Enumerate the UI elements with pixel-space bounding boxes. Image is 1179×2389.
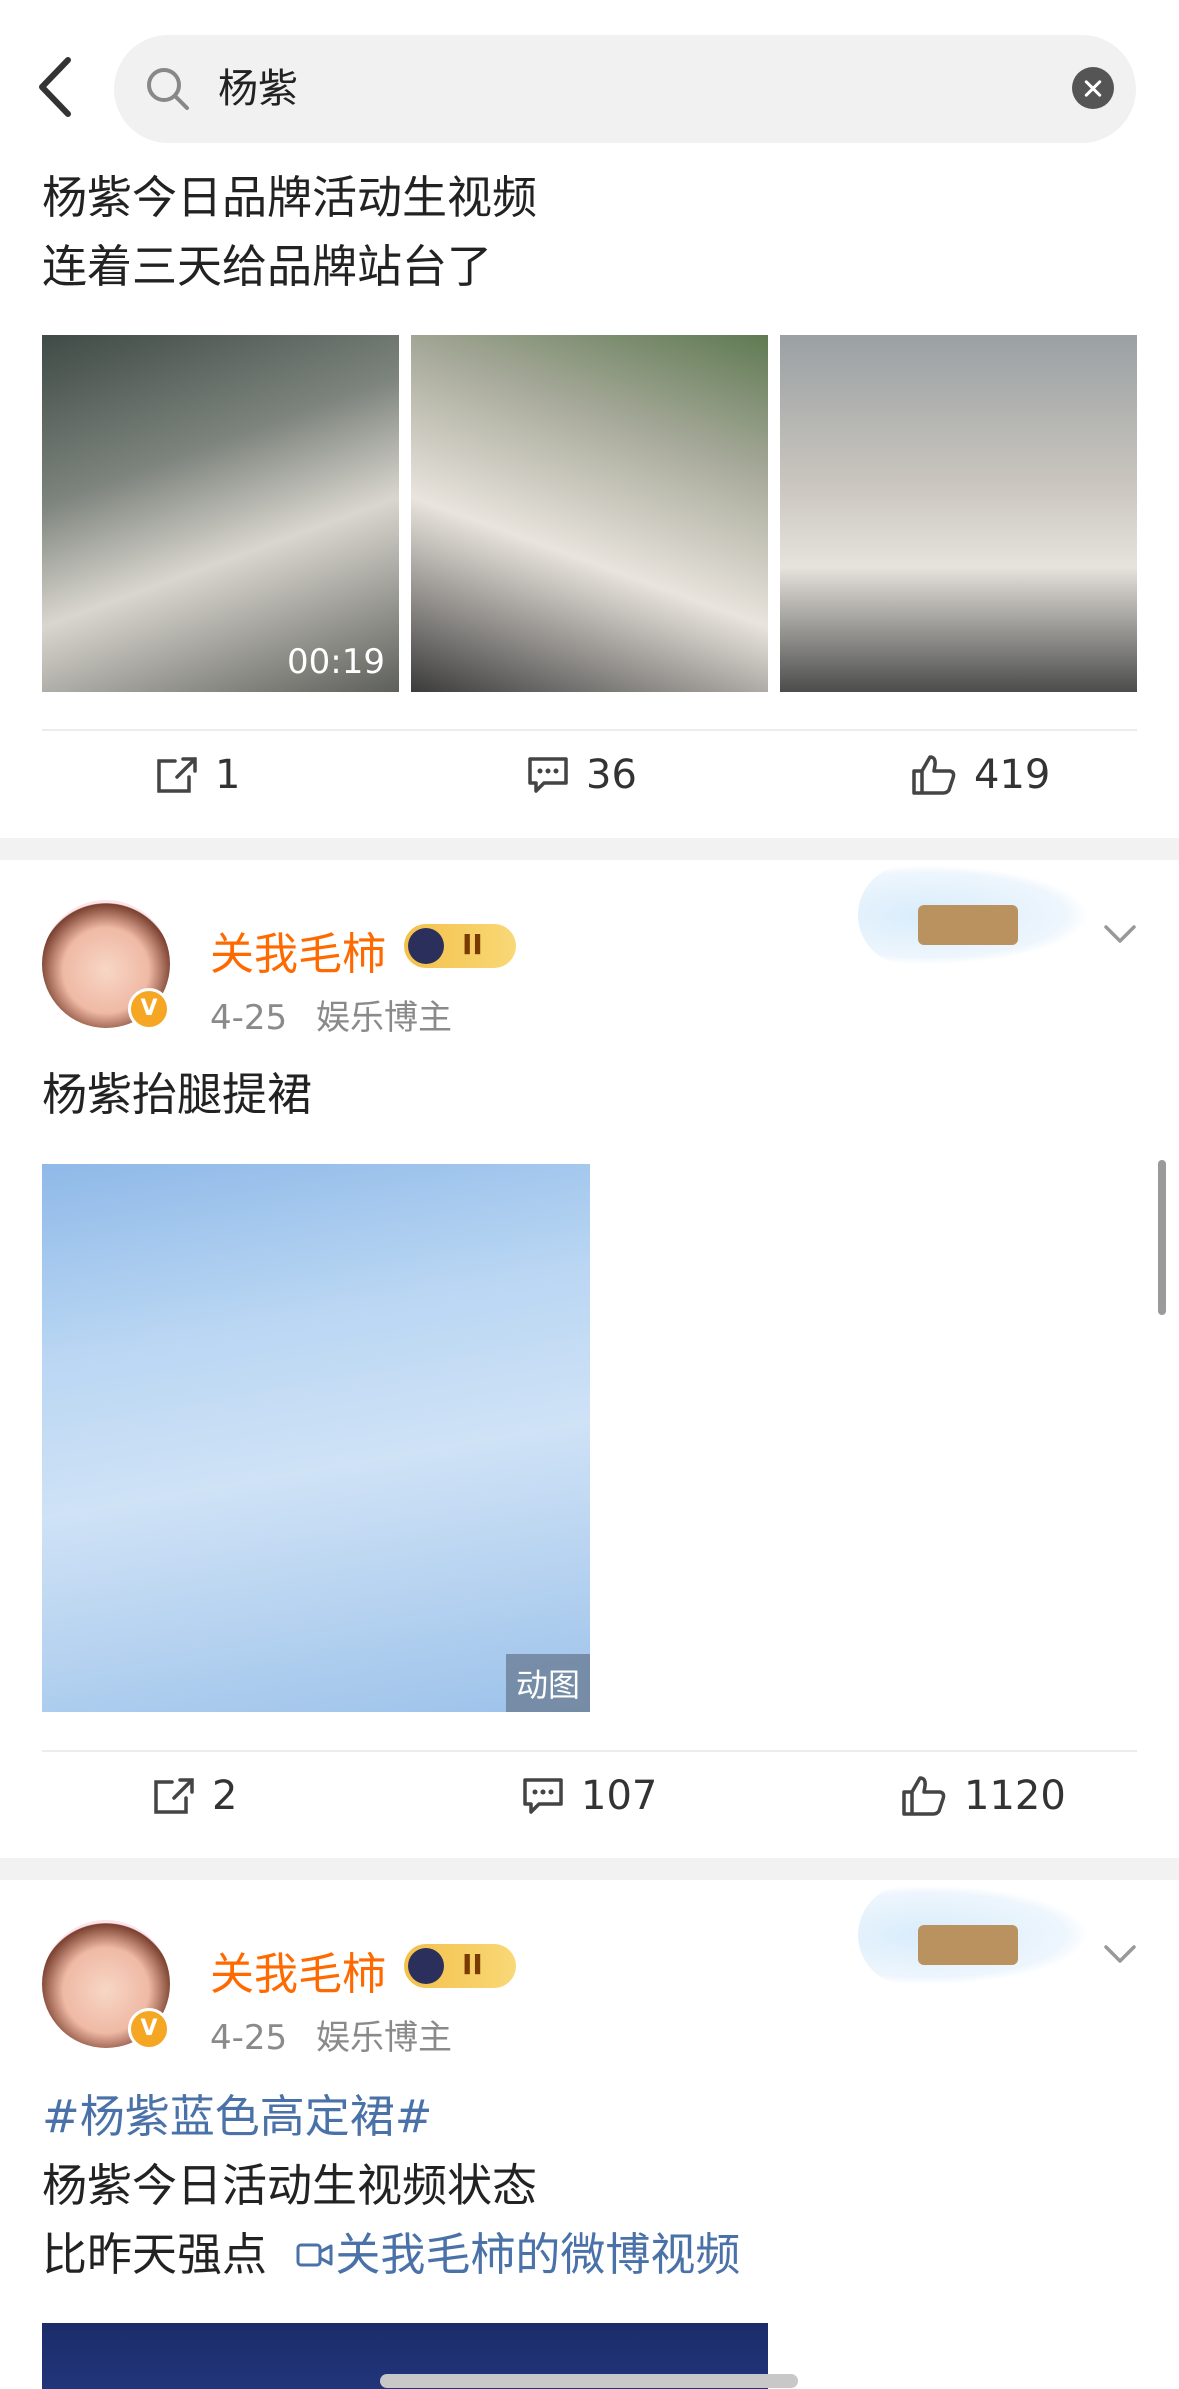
post-image[interactable] (411, 335, 768, 692)
scrollbar[interactable] (1158, 1160, 1166, 1315)
repost-button[interactable]: 1 (155, 752, 240, 798)
chevron-down-icon[interactable] (1100, 913, 1140, 953)
author-name[interactable]: 关我毛柿 (210, 1938, 386, 2002)
chevron-down-icon[interactable] (1100, 1933, 1140, 1973)
comment-count: 107 (581, 1773, 658, 1819)
vip-level: II (462, 1948, 483, 1981)
video-duration: 00:19 (287, 642, 385, 682)
back-arrow-icon (39, 57, 71, 117)
repost-count: 1 (215, 752, 241, 798)
post-text-segment: 比昨天强点 (42, 2228, 268, 2281)
avatar[interactable]: V (42, 1920, 170, 2050)
post-text-line: 杨紫今日品牌活动生视频 (42, 171, 538, 224)
like-button[interactable]: 1120 (900, 1773, 1066, 1819)
verified-icon: V (128, 988, 170, 1030)
divider (42, 729, 1137, 731)
like-button[interactable]: 419 (910, 752, 1050, 798)
video-link-icon (296, 2243, 333, 2267)
author-role: 娱乐博主 (315, 2018, 452, 2058)
post-meta: 4-25 娱乐博主 (210, 2010, 452, 2059)
like-icon (912, 755, 956, 795)
post-date: 4-25 (210, 2018, 288, 2058)
repost-count: 2 (212, 1773, 238, 1819)
repost-icon (157, 757, 197, 793)
video-link[interactable]: 关我毛柿的微博视频 (295, 2228, 740, 2281)
comment-button[interactable]: 107 (521, 1773, 657, 1819)
author-name[interactable]: 关我毛柿 (210, 918, 386, 982)
crown-icon: II (404, 924, 516, 968)
search-bar[interactable]: 杨紫 (114, 35, 1136, 143)
comment-icon (523, 1778, 563, 1814)
author-role: 娱乐博主 (315, 998, 452, 1038)
post-video-thumbnail[interactable]: 00:19 (42, 335, 399, 692)
hashtag-link[interactable]: #杨紫蓝色高定裙# (42, 2082, 432, 2151)
gif-badge: 动图 (505, 1654, 590, 1712)
avatar[interactable]: V (42, 900, 170, 1030)
comment-count: 36 (586, 752, 637, 798)
back-button[interactable] (30, 52, 90, 122)
clear-icon[interactable] (1072, 67, 1114, 109)
search-input[interactable]: 杨紫 (218, 63, 298, 115)
video-link-label: 关我毛柿的微博视频 (335, 2228, 741, 2281)
section-separator (0, 838, 1179, 860)
section-separator (0, 1858, 1179, 1880)
verified-icon: V (128, 2008, 170, 2050)
post-text-line: 连着三天给品牌站台了 (42, 240, 493, 293)
comment-button[interactable]: 36 (526, 752, 637, 798)
search-icon (147, 68, 189, 110)
post-text-line: 比昨天强点 关我毛柿的微博视频 (42, 2220, 740, 2289)
post-date: 4-25 (210, 998, 288, 1038)
home-indicator[interactable] (380, 2374, 798, 2388)
comment-icon (528, 757, 568, 793)
like-count: 419 (974, 752, 1051, 798)
post-text-line: 杨紫今日活动生视频状态 (42, 2159, 538, 2212)
vip-level: II (462, 928, 483, 961)
decoration-image (858, 865, 1090, 965)
crown-icon: II (404, 1944, 516, 1988)
post-text: 杨紫抬腿提裙 (42, 1068, 313, 1121)
like-count: 1120 (964, 1773, 1066, 1819)
divider (42, 1750, 1137, 1752)
post-gif[interactable]: 动图 (42, 1164, 590, 1712)
like-icon (902, 1776, 946, 1816)
decoration-image (858, 1885, 1090, 1985)
post-image[interactable] (780, 335, 1137, 692)
post-meta: 4-25 娱乐博主 (210, 990, 452, 1039)
repost-button[interactable]: 2 (152, 1773, 237, 1819)
repost-icon (154, 1778, 194, 1814)
